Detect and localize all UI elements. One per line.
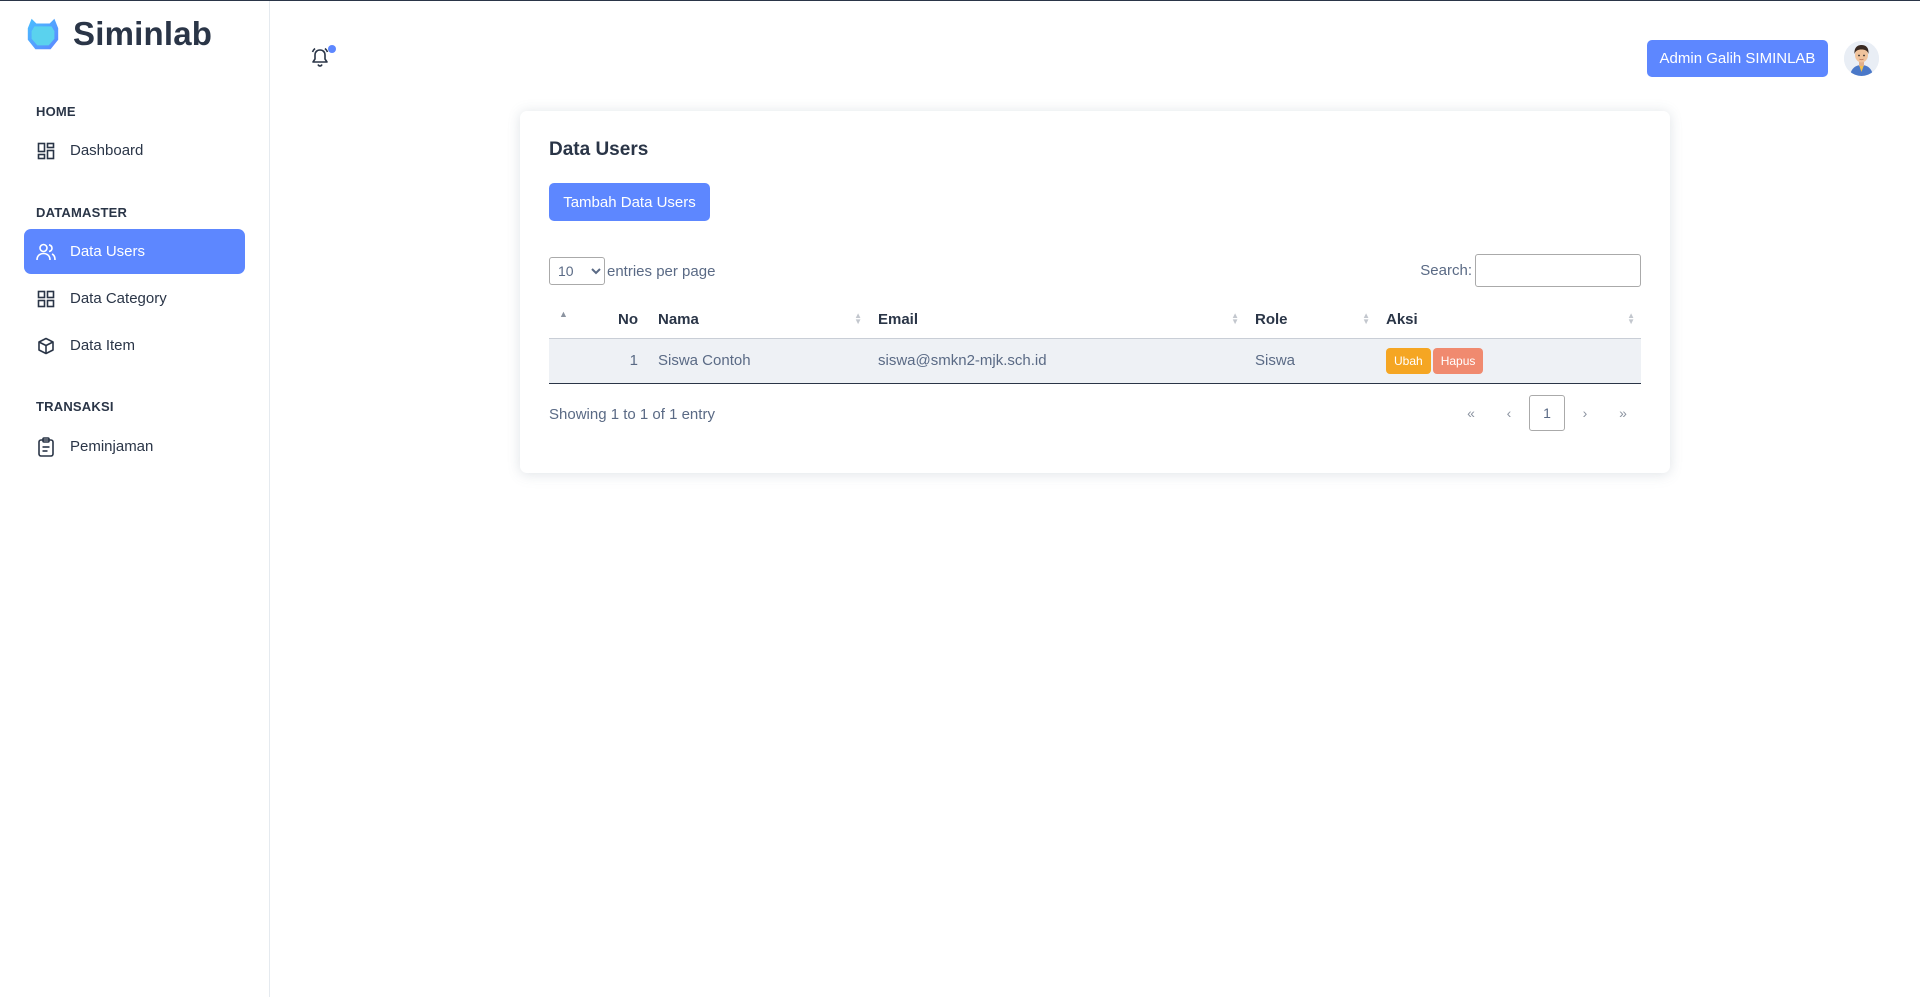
column-header-role[interactable]: Role ▲ ▼ xyxy=(1245,301,1376,339)
box-icon xyxy=(36,336,56,356)
pagination: « ‹ 1 › » xyxy=(1451,395,1641,431)
pagination-page-1[interactable]: 1 xyxy=(1529,395,1565,431)
column-label: Nama xyxy=(658,310,699,328)
table-header-row: ▲ No Nama ▲ ▼ Email ▲ ▼ Role ▲ ▼ Aksi ▲ ▼ xyxy=(549,301,1641,339)
sidebar-item-dashboard[interactable]: Dashboard xyxy=(24,128,245,173)
cell-role: Siswa xyxy=(1245,338,1376,384)
avatar[interactable] xyxy=(1844,41,1879,76)
users-icon xyxy=(36,242,56,262)
search-input[interactable] xyxy=(1475,254,1641,287)
column-label: Aksi xyxy=(1386,310,1418,328)
data-users-card: Data Users Tambah Data Users 10 entries … xyxy=(520,111,1670,473)
category-icon xyxy=(36,289,56,309)
sidebar: Siminlab HOME Dashboard DATAMASTER Data … xyxy=(0,1,270,997)
page-title: Data Users xyxy=(549,139,649,160)
sort-icon: ▲ ▼ xyxy=(854,311,862,326)
sidebar-item-data-users[interactable]: Data Users xyxy=(24,229,245,274)
cell-aksi: Ubah Hapus xyxy=(1376,338,1641,384)
nav-section-transaksi: TRANSAKSI xyxy=(36,399,114,414)
column-label: Role xyxy=(1255,310,1288,328)
cell-email: siswa@smkn2-mjk.sch.id xyxy=(868,338,1245,384)
cell-no: 1 xyxy=(549,338,648,384)
brand-name: Siminlab xyxy=(73,15,213,52)
sidebar-item-label: Data Item xyxy=(70,337,136,354)
column-label: Email xyxy=(878,310,919,328)
avatar-image xyxy=(1844,41,1879,76)
column-header-nama[interactable]: Nama ▲ ▼ xyxy=(648,301,868,339)
column-header-aksi[interactable]: Aksi ▲ ▼ xyxy=(1376,301,1641,339)
sort-icon: ▲ ▼ xyxy=(1231,311,1239,326)
users-table: ▲ No Nama ▲ ▼ Email ▲ ▼ Role ▲ ▼ Aksi ▲ ▼ xyxy=(549,301,1641,384)
sidebar-item-label: Data Users xyxy=(70,243,146,260)
notification-bell[interactable] xyxy=(310,45,336,71)
dashboard-icon xyxy=(36,141,56,161)
sidebar-item-label: Data Category xyxy=(70,290,167,307)
notification-dot xyxy=(328,45,336,53)
column-header-email[interactable]: Email ▲ ▼ xyxy=(868,301,1245,339)
column-label: No xyxy=(618,310,638,328)
entries-per-page: 10 entries per page xyxy=(549,257,715,285)
entries-select[interactable]: 10 xyxy=(549,257,605,285)
sort-asc-icon: ▲ xyxy=(559,309,568,319)
entries-label: entries per page xyxy=(607,262,716,280)
cell-nama: Siswa Contoh xyxy=(648,338,868,384)
user-menu-button[interactable]: Admin Galih SIMINLAB xyxy=(1647,40,1828,77)
pagination-last[interactable]: » xyxy=(1605,395,1641,431)
sort-icon: ▲ ▼ xyxy=(1627,311,1635,326)
table-row: 1 Siswa Contoh siswa@smkn2-mjk.sch.id Si… xyxy=(549,338,1641,384)
nav-section-home: HOME xyxy=(36,104,76,119)
bell-icon xyxy=(311,47,329,67)
pagination-next[interactable]: › xyxy=(1567,395,1603,431)
showing-info: Showing 1 to 1 of 1 entry xyxy=(549,406,715,423)
pagination-prev[interactable]: ‹ xyxy=(1491,395,1527,431)
clipboard-icon xyxy=(36,436,56,457)
search-label: Search: xyxy=(1420,262,1472,279)
sidebar-item-label: Peminjaman xyxy=(70,438,154,455)
add-user-button[interactable]: Tambah Data Users xyxy=(549,183,710,221)
sort-icon: ▲ ▼ xyxy=(1362,311,1370,326)
edit-button[interactable]: Ubah xyxy=(1386,347,1431,374)
siminlab-logo-icon xyxy=(27,18,59,50)
sidebar-item-peminjaman[interactable]: Peminjaman xyxy=(24,424,245,469)
nav-section-datamaster: DATAMASTER xyxy=(36,205,128,220)
brand[interactable]: Siminlab xyxy=(24,15,212,53)
pagination-first[interactable]: « xyxy=(1453,395,1489,431)
column-header-no[interactable]: ▲ No xyxy=(549,301,648,339)
delete-button[interactable]: Hapus xyxy=(1432,347,1484,374)
sidebar-item-data-item[interactable]: Data Item xyxy=(24,323,245,368)
sidebar-item-label: Dashboard xyxy=(70,142,144,159)
sidebar-item-data-category[interactable]: Data Category xyxy=(24,276,245,321)
search-box: Search: xyxy=(1420,254,1641,287)
